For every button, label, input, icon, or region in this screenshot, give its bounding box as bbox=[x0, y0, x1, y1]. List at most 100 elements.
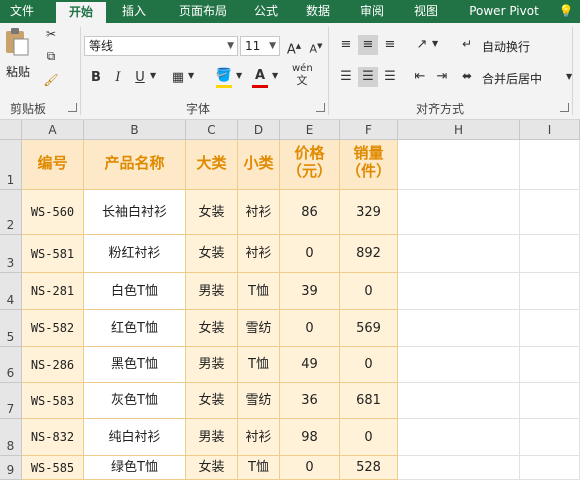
cell[interactable] bbox=[398, 235, 520, 273]
column-header-i[interactable]: I bbox=[520, 120, 580, 140]
column-header-a[interactable]: A bbox=[22, 120, 84, 140]
table-cell[interactable]: 男装 bbox=[186, 347, 238, 383]
row-header-6[interactable]: 6 bbox=[0, 347, 22, 383]
table-cell[interactable]: 黑色T恤 bbox=[84, 347, 186, 383]
column-header-e[interactable]: E bbox=[280, 120, 340, 140]
table-cell[interactable]: WS-585 bbox=[22, 456, 84, 480]
cell[interactable] bbox=[520, 310, 580, 347]
format-painter-icon[interactable]: 🖌 bbox=[42, 73, 60, 87]
table-cell[interactable]: T恤 bbox=[238, 347, 280, 383]
cell[interactable] bbox=[398, 456, 520, 480]
table-cell[interactable]: WS-583 bbox=[22, 383, 84, 419]
orientation-icon[interactable]: ↗ bbox=[412, 35, 432, 55]
align-center-icon[interactable]: ☰ bbox=[358, 67, 378, 87]
table-cell[interactable]: NS-832 bbox=[22, 419, 84, 456]
clipboard-launcher-icon[interactable]: . bbox=[68, 103, 77, 112]
table-cell[interactable]: 男装 bbox=[186, 273, 238, 310]
decrease-indent-icon[interactable]: ⇤ bbox=[410, 67, 430, 87]
table-cell[interactable]: WS-560 bbox=[22, 190, 84, 235]
table-cell[interactable]: 纯白衬衫 bbox=[84, 419, 186, 456]
table-cell[interactable]: 长袖白衬衫 bbox=[84, 190, 186, 235]
table-cell[interactable]: 49 bbox=[280, 347, 340, 383]
align-left-icon[interactable]: ☰ bbox=[336, 67, 356, 87]
table-cell[interactable]: 衬衫 bbox=[238, 419, 280, 456]
table-cell[interactable]: WS-582 bbox=[22, 310, 84, 347]
table-header-cell[interactable]: 大类 bbox=[186, 140, 238, 190]
row-header-1[interactable]: 1 bbox=[0, 140, 22, 190]
merge-center-button[interactable]: ⬌ 合并后居中 ▼ bbox=[462, 67, 578, 89]
paste-button[interactable]: 粘贴 bbox=[4, 27, 34, 87]
table-cell[interactable]: 681 bbox=[340, 383, 398, 419]
cell[interactable] bbox=[398, 273, 520, 310]
row-header-2[interactable]: 2 bbox=[0, 190, 22, 235]
increase-indent-icon[interactable]: ⇥ bbox=[432, 67, 452, 87]
orientation-dropdown-icon[interactable]: ▼ bbox=[432, 39, 438, 48]
table-header-cell[interactable]: 销量 （件） bbox=[340, 140, 398, 190]
phonetic-guide-icon[interactable]: wén 文 bbox=[292, 63, 313, 87]
row-header-9[interactable]: 9 bbox=[0, 456, 22, 480]
worksheet-grid[interactable]: ABCDEFHI 123456789 编号 产品名称 大类 小类 价格 （元） 销量 （件… bbox=[0, 120, 580, 480]
tab-page-layout[interactable]: 页面布局 bbox=[166, 0, 240, 23]
column-header-d[interactable]: D bbox=[238, 120, 280, 140]
table-cell[interactable]: 329 bbox=[340, 190, 398, 235]
cell[interactable] bbox=[398, 310, 520, 347]
tab-review[interactable]: 审阅 bbox=[350, 0, 394, 23]
table-cell[interactable]: 女装 bbox=[186, 383, 238, 419]
table-cell[interactable]: 绿色T恤 bbox=[84, 456, 186, 480]
table-cell[interactable]: 0 bbox=[280, 310, 340, 347]
table-cell[interactable]: 0 bbox=[280, 235, 340, 273]
wrap-text-button[interactable]: ↵ 自动换行 bbox=[462, 35, 562, 57]
fill-color-icon[interactable]: 🪣 bbox=[214, 66, 234, 88]
table-cell[interactable]: 0 bbox=[340, 273, 398, 310]
cell[interactable] bbox=[520, 347, 580, 383]
tab-file[interactable]: 文件 bbox=[0, 0, 44, 23]
table-cell[interactable]: 灰色T恤 bbox=[84, 383, 186, 419]
bold-button[interactable]: B bbox=[86, 68, 106, 88]
table-cell[interactable]: 39 bbox=[280, 273, 340, 310]
cell[interactable] bbox=[398, 190, 520, 235]
table-cell[interactable]: 女装 bbox=[186, 190, 238, 235]
cell[interactable] bbox=[520, 235, 580, 273]
cell[interactable] bbox=[520, 456, 580, 480]
table-cell[interactable]: 红色T恤 bbox=[84, 310, 186, 347]
cell[interactable] bbox=[520, 190, 580, 235]
row-header-8[interactable]: 8 bbox=[0, 419, 22, 456]
font-color-dropdown-icon[interactable]: ▼ bbox=[272, 71, 278, 80]
column-header-f[interactable]: F bbox=[340, 120, 398, 140]
tab-formulas[interactable]: 公式 bbox=[244, 0, 288, 23]
underline-button[interactable]: U bbox=[130, 68, 150, 88]
borders-icon[interactable]: ▦ bbox=[168, 68, 188, 88]
font-name-select[interactable]: 等线 ▼ bbox=[84, 36, 238, 56]
table-cell[interactable]: 36 bbox=[280, 383, 340, 419]
table-cell[interactable]: 粉红衬衫 bbox=[84, 235, 186, 273]
row-header-4[interactable]: 4 bbox=[0, 273, 22, 310]
font-size-select[interactable]: 11 ▼ bbox=[240, 36, 280, 56]
table-cell[interactable]: 女装 bbox=[186, 456, 238, 480]
table-cell[interactable]: 528 bbox=[340, 456, 398, 480]
tab-insert[interactable]: 插入 bbox=[112, 0, 156, 23]
row-header-5[interactable]: 5 bbox=[0, 310, 22, 347]
row-header-3[interactable]: 3 bbox=[0, 235, 22, 273]
underline-dropdown-icon[interactable]: ▼ bbox=[150, 71, 156, 80]
table-cell[interactable]: 衬衫 bbox=[238, 235, 280, 273]
cell[interactable] bbox=[398, 383, 520, 419]
table-cell[interactable]: 0 bbox=[340, 347, 398, 383]
table-cell[interactable]: NS-281 bbox=[22, 273, 84, 310]
cell[interactable] bbox=[520, 419, 580, 456]
table-cell[interactable]: T恤 bbox=[238, 273, 280, 310]
alignment-launcher-icon[interactable]: . bbox=[560, 103, 569, 112]
decrease-font-size-icon[interactable]: A▼ bbox=[306, 36, 326, 56]
tab-power-pivot[interactable]: Power Pivot bbox=[456, 0, 552, 23]
row-header-7[interactable]: 7 bbox=[0, 383, 22, 419]
font-color-icon[interactable]: A bbox=[250, 66, 270, 88]
cell[interactable] bbox=[520, 140, 580, 190]
column-header-c[interactable]: C bbox=[186, 120, 238, 140]
table-cell[interactable]: 雪纺 bbox=[238, 310, 280, 347]
table-cell[interactable]: 86 bbox=[280, 190, 340, 235]
table-cell[interactable]: 雪纺 bbox=[238, 383, 280, 419]
font-launcher-icon[interactable]: . bbox=[316, 103, 325, 112]
table-cell[interactable]: T恤 bbox=[238, 456, 280, 480]
table-header-cell[interactable]: 价格 （元） bbox=[280, 140, 340, 190]
tab-home[interactable]: 开始 bbox=[56, 0, 106, 23]
tell-me-icon[interactable]: 💡 bbox=[556, 0, 576, 23]
